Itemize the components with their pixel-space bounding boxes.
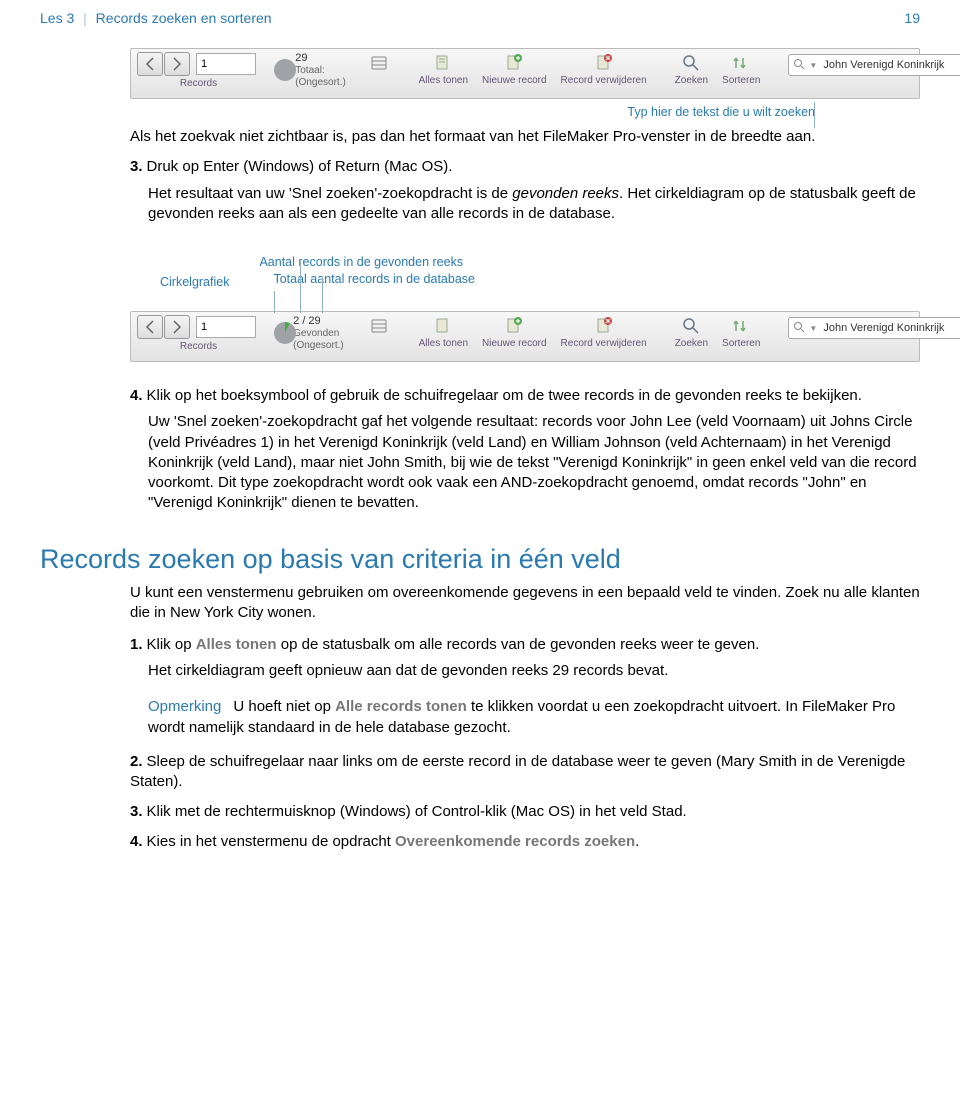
quick-search-field[interactable]: ▼ <box>788 317 960 339</box>
quick-search-field[interactable]: ▼ <box>788 54 960 76</box>
prev-record-button[interactable] <box>137 315 163 339</box>
callout-aantal: Aantal records in de gevonden reeks <box>259 255 475 269</box>
status-toolbar-2: Records 2 / 29 Gevonden (Ongesort.) Alle… <box>130 311 920 362</box>
search-button[interactable]: Zoeken <box>675 315 708 349</box>
s2-step-1-sub: Het cirkeldiagram geeft opnieuw aan dat … <box>148 661 920 681</box>
records-label: Records <box>180 78 217 89</box>
sort-status: Totaal: (Ongesort.) <box>295 65 346 88</box>
page-number: 19 <box>904 10 920 26</box>
layout-button[interactable] <box>367 52 391 86</box>
search-callout-label: Typ hier de tekst die u wilt zoeken <box>40 105 815 119</box>
callout-totaal: Totaal aantal records in de database <box>273 272 475 286</box>
sort-button[interactable]: Sorteren <box>722 315 760 349</box>
pie-chart-icon <box>274 59 289 81</box>
found-status: Gevonden (Ongesort.) <box>293 328 344 351</box>
next-record-button[interactable] <box>164 52 190 76</box>
search-button[interactable]: Zoeken <box>675 52 708 86</box>
pie-chart-icon[interactable] <box>274 322 287 344</box>
step-3: 3.Druk op Enter (Windows) of Return (Mac… <box>130 157 920 224</box>
dropdown-icon[interactable]: ▼ <box>809 61 817 70</box>
dropdown-icon[interactable]: ▼ <box>809 324 817 333</box>
show-all-button[interactable]: Alles tonen <box>419 315 468 349</box>
quick-search-input[interactable] <box>821 321 960 335</box>
record-number-input[interactable] <box>196 316 256 338</box>
s2-step-4: 4.Kies in het venstermenu de opdracht Ov… <box>130 832 920 852</box>
callout-cirkel: Cirkelgrafiek <box>160 259 229 289</box>
new-record-button[interactable]: Nieuwe record <box>482 315 546 349</box>
step-4: 4.Klik op het boeksymbool of gebruik de … <box>130 386 920 514</box>
delete-record-button[interactable]: Record verwijderen <box>561 315 647 349</box>
records-label: Records <box>180 341 217 352</box>
search-icon <box>793 321 805 336</box>
total-count: 29 <box>295 52 352 64</box>
lesson-label: Les 3 <box>40 10 74 26</box>
section-intro: U kunt een venstermenu gebruiken om over… <box>130 583 920 624</box>
intro-paragraph: Als het zoekvak niet zichtbaar is, pas d… <box>130 127 920 147</box>
record-number-input[interactable] <box>196 53 256 75</box>
note-block: OpmerkingU hoeft niet op Alle records to… <box>148 696 920 738</box>
s2-step-2: 2.Sleep de schuifregelaar naar links om … <box>130 752 920 793</box>
new-record-button[interactable]: Nieuwe record <box>482 52 546 86</box>
sort-button[interactable]: Sorteren <box>722 52 760 86</box>
note-label: Opmerking <box>148 698 221 715</box>
next-record-button[interactable] <box>164 315 190 339</box>
found-count: 2 / 29 <box>293 315 352 327</box>
search-icon <box>793 58 805 73</box>
page-header: Les 3 | Records zoeken en sorteren 19 <box>40 10 920 26</box>
delete-record-button[interactable]: Record verwijderen <box>561 52 647 86</box>
header-separator: | <box>83 10 87 26</box>
quick-search-input[interactable] <box>821 58 960 72</box>
step-3-explanation: Het resultaat van uw 'Snel zoeken'-zoeko… <box>148 184 920 225</box>
pie-callouts: Cirkelgrafiek Aantal records in de gevon… <box>160 252 920 289</box>
prev-record-button[interactable] <box>137 52 163 76</box>
section-heading: Records zoeken op basis van criteria in … <box>40 544 920 575</box>
step-4-explanation: Uw 'Snel zoeken'-zoekopdracht gaf het vo… <box>148 412 920 513</box>
layout-button[interactable] <box>367 315 391 349</box>
status-toolbar-1: Records 29 Totaal: (Ongesort.) Alles ton… <box>130 48 920 99</box>
show-all-button[interactable]: Alles tonen <box>419 52 468 86</box>
s2-step-3: 3.Klik met de rechtermuisknop (Windows) … <box>130 802 920 822</box>
s2-step-1: 1.Klik op Alles tonen op de statusbalk o… <box>130 635 920 738</box>
chapter-title: Records zoeken en sorteren <box>96 10 272 26</box>
